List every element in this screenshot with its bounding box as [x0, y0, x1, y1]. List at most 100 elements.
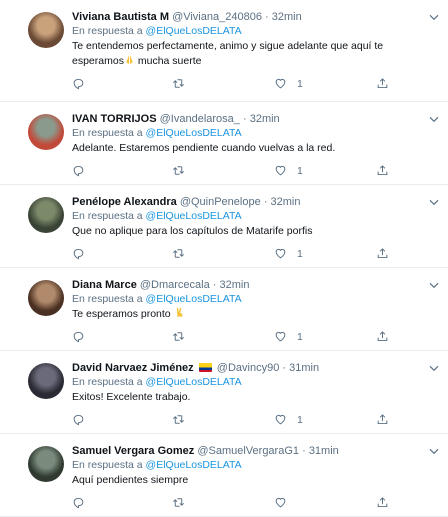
like-count: 1 [297, 330, 303, 343]
like-button[interactable]: 1 [274, 330, 303, 343]
like-button[interactable]: 1 [274, 77, 303, 90]
tweet-actions: 1 [72, 411, 436, 433]
reply-icon [72, 164, 85, 177]
tweet-text-body: Adelante. Estaremos pendiente cuando vue… [72, 142, 336, 154]
tweet-header: IVAN TORRIJOS @Ivandelarosa_ · 32min [72, 112, 436, 126]
separator-dot: · [212, 279, 217, 291]
tweet-card[interactable]: Samuel Vergara Gomez @SamuelVergaraG1 · … [0, 434, 448, 517]
like-button[interactable]: 1 [274, 164, 303, 177]
tweet-text-body: Exitos! Excelente trabajo. [72, 391, 191, 403]
avatar[interactable] [28, 280, 64, 316]
retweet-icon [172, 413, 185, 426]
reply-context: En respuesta a @ElQueLosDELATA [72, 375, 436, 390]
tweet-card[interactable]: David Narvaez Jiménez @Davincy90 · 31min… [0, 351, 448, 434]
like-button[interactable]: 1 [274, 413, 303, 426]
author-handle[interactable]: @SamuelVergaraG1 [197, 445, 299, 457]
reply-button[interactable] [72, 247, 85, 260]
tweet-text: Te esperamos pronto [72, 307, 436, 322]
reply-mention-link[interactable]: @ElQueLosDELATA [146, 127, 242, 139]
timestamp[interactable]: 32min [250, 113, 280, 125]
timestamp[interactable]: 31min [289, 362, 319, 374]
retweet-icon [172, 330, 185, 343]
tweet-card[interactable]: Diana Marce @Dmarcecala · 32min En respue… [0, 268, 448, 351]
heart-icon [274, 247, 287, 260]
tweet-text-body: Que no aplique para los capítulos de Mat… [72, 225, 313, 237]
separator-dot: · [263, 196, 268, 208]
avatar[interactable] [28, 197, 64, 233]
like-button[interactable]: 1 [274, 247, 303, 260]
tweet-card[interactable]: Penélope Alexandra @QuinPenelope · 32min… [0, 185, 448, 268]
timestamp[interactable]: 32min [220, 279, 250, 291]
author-name[interactable]: Samuel Vergara Gomez [72, 445, 194, 457]
avatar[interactable] [28, 363, 64, 399]
reply-mention-link[interactable]: @ElQueLosDELATA [146, 210, 242, 222]
retweet-button[interactable] [172, 413, 185, 426]
reply-button[interactable] [72, 164, 85, 177]
separator-dot: · [282, 362, 287, 374]
retweet-button[interactable] [172, 164, 185, 177]
tweet-card[interactable]: IVAN TORRIJOS @Ivandelarosa_ · 32min En r… [0, 102, 448, 185]
reply-mention-link[interactable]: @ElQueLosDELATA [146, 459, 242, 471]
author-handle[interactable]: @Ivandelarosa_ [160, 113, 240, 125]
chevron-down-icon[interactable] [426, 360, 442, 376]
avatar[interactable] [28, 114, 64, 150]
chevron-down-icon[interactable] [426, 111, 442, 127]
separator-dot: · [242, 113, 247, 125]
chevron-down-icon[interactable] [426, 277, 442, 293]
timestamp[interactable]: 31min [309, 445, 339, 457]
avatar[interactable] [28, 446, 64, 482]
reply-button[interactable] [72, 413, 85, 426]
avatar[interactable] [28, 12, 64, 48]
separator-dot: · [265, 11, 269, 23]
retweet-button[interactable] [172, 77, 185, 90]
author-name[interactable]: David Narvaez Jiménez [72, 362, 194, 374]
colombia-flag-icon [198, 363, 212, 372]
reply-mention-link[interactable]: @ElQueLosDELATA [146, 293, 242, 305]
tweet-actions: 1 [72, 162, 436, 184]
share-button[interactable] [376, 77, 389, 90]
reply-mention-link[interactable]: @ElQueLosDELATA [146, 25, 242, 37]
author-handle[interactable]: @Davincy90 [217, 362, 280, 374]
timestamp[interactable]: 32min [271, 196, 301, 208]
author-name[interactable]: Diana Marce [72, 279, 137, 291]
author-name[interactable]: Viviana Bautista M [72, 11, 169, 23]
reply-context: En respuesta a @ElQueLosDELATA [72, 292, 436, 307]
tweet-card[interactable]: Viviana Bautista M @Viviana_240806 · 32m… [0, 0, 448, 102]
share-icon [376, 247, 389, 260]
share-icon [376, 77, 389, 90]
tweet-header: Penélope Alexandra @QuinPenelope · 32min [72, 195, 436, 209]
share-button[interactable] [376, 247, 389, 260]
reply-icon [72, 247, 85, 260]
chevron-down-icon[interactable] [426, 9, 442, 25]
separator-dot: · [302, 445, 306, 457]
author-handle[interactable]: @QuinPenelope [180, 196, 261, 208]
tweet-actions: 1 [72, 75, 436, 97]
reply-icon [72, 330, 85, 343]
author-handle[interactable]: @Viviana_240806 [172, 11, 262, 23]
tweet-text-body: Te entendemos perfectamente, animo y sig… [72, 40, 384, 67]
retweet-button[interactable] [172, 247, 185, 260]
tweet-header: Viviana Bautista M @Viviana_240806 · 32m… [72, 10, 436, 24]
share-button[interactable] [376, 330, 389, 343]
victory-hand-emoji [174, 307, 185, 320]
chevron-down-icon[interactable] [426, 194, 442, 210]
reply-mention-link[interactable]: @ElQueLosDELATA [146, 376, 242, 388]
reply-button[interactable] [72, 77, 85, 90]
retweet-icon [172, 247, 185, 260]
heart-icon [274, 77, 287, 90]
share-button[interactable] [376, 413, 389, 426]
like-count: 1 [297, 413, 303, 426]
share-icon [376, 330, 389, 343]
retweet-button[interactable] [172, 330, 185, 343]
author-name[interactable]: Penélope Alexandra [72, 196, 177, 208]
chevron-down-icon[interactable] [426, 443, 442, 459]
author-handle[interactable]: @Dmarcecala [140, 279, 210, 291]
like-count: 1 [297, 77, 303, 90]
reply-button[interactable] [72, 330, 85, 343]
reply-context: En respuesta a @ElQueLosDELATA [72, 209, 436, 224]
timestamp[interactable]: 32min [272, 11, 302, 23]
share-button[interactable] [376, 164, 389, 177]
reply-icon [72, 77, 85, 90]
reply-prefix: En respuesta a [72, 25, 146, 37]
author-name[interactable]: IVAN TORRIJOS [72, 113, 157, 125]
